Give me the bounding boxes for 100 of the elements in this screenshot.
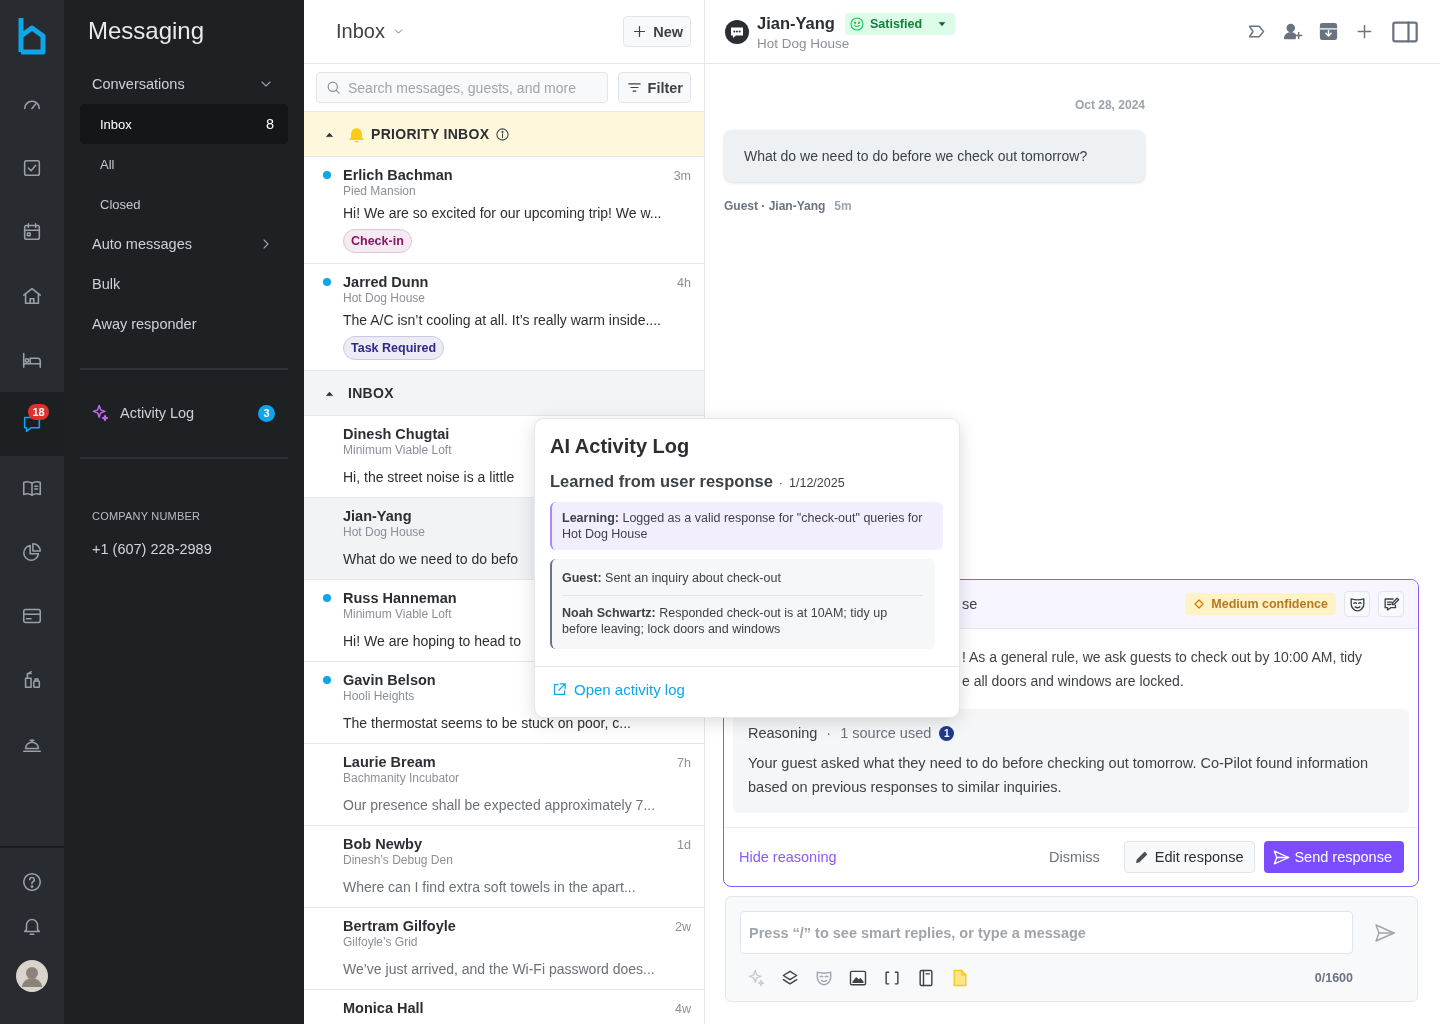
guest-name: Bertram Gilfoyle bbox=[343, 917, 456, 935]
event-date: 1/12/2025 bbox=[789, 475, 845, 492]
phone-number: +1 (607) 228-2989 bbox=[92, 541, 212, 557]
brackets-icon[interactable] bbox=[882, 968, 902, 988]
sparkle-icon bbox=[90, 403, 110, 423]
message-time: 5m bbox=[834, 199, 852, 213]
guest-name: Jian-Yang bbox=[757, 14, 835, 33]
unread-count: 8 bbox=[265, 116, 274, 132]
message-time: 2w bbox=[675, 920, 691, 934]
reasoning-label: Reasoning bbox=[748, 725, 818, 741]
pencil-icon bbox=[1133, 849, 1150, 865]
guest-name: Gavin Belson bbox=[343, 671, 436, 689]
sidebar-item[interactable]: Auto messages bbox=[80, 224, 288, 264]
guest-name: Dinesh Chugtai bbox=[343, 425, 450, 443]
feedback-button[interactable] bbox=[1378, 591, 1404, 617]
checkbox-icon bbox=[21, 157, 43, 179]
source-count-badge[interactable]: 1 bbox=[939, 725, 955, 741]
inbox-dropdown[interactable]: Inbox bbox=[336, 20, 405, 43]
search-field[interactable]: Search messages, guests, and more bbox=[316, 72, 608, 103]
property-name: Dinesh’s Debug Den bbox=[343, 853, 453, 867]
reasoning-text: Your guest asked what they need to do before checking out tomorrow. Co-Pilot found information based on previous responses to similar inquiries. bbox=[748, 754, 1370, 797]
section-header[interactable]: INBOX bbox=[304, 371, 704, 416]
message-preview: What do we need to do befo bbox=[343, 550, 519, 569]
property-name: Hooli Heights bbox=[343, 689, 415, 703]
message-preview: Where can I find extra soft towels in the apart... bbox=[343, 878, 636, 897]
message-preview: Hi! We are so excited for our upcoming trip! We w... bbox=[343, 204, 662, 223]
chat-bubble-icon bbox=[725, 19, 749, 44]
help-icon bbox=[21, 871, 43, 893]
message-bubble: What do we need to do before we check out tomorrow? bbox=[724, 130, 1145, 182]
guest-name: Laurie Bream bbox=[343, 753, 436, 771]
mask-button[interactable] bbox=[1344, 591, 1370, 617]
message-preview: We’ve just arrived, and the Wi-Fi password does... bbox=[343, 960, 655, 979]
property-name: Minimum Viable Loft bbox=[343, 443, 452, 457]
guest-name: Erlich Bachman bbox=[343, 166, 453, 184]
message-preview: Our presence shall be expected approximately 7... bbox=[343, 796, 656, 815]
message-preview: Hi, the street noise is a little bbox=[343, 468, 515, 487]
date-label: Oct 28, 2024 bbox=[1074, 98, 1145, 112]
sidebar-subitem[interactable]: All bbox=[80, 144, 288, 184]
diamond-icon bbox=[1193, 598, 1206, 610]
activity-log-item[interactable]: Activity Log 3 bbox=[80, 393, 288, 433]
property-name: Minimum Viable Loft bbox=[343, 607, 452, 621]
property-name: Pied Mansion bbox=[343, 184, 416, 198]
section-title: Messaging bbox=[87, 16, 206, 46]
nav-item[interactable]: 18 bbox=[0, 392, 64, 456]
property-name: Hot Dog House bbox=[343, 525, 426, 539]
message-time: 4w bbox=[675, 1002, 691, 1016]
sidebar-subitem[interactable]: Inbox 8 bbox=[80, 104, 288, 144]
notebook-icon[interactable] bbox=[916, 968, 936, 988]
sidebar-item[interactable]: Conversations bbox=[80, 64, 288, 104]
popover-title: AI Activity Log bbox=[550, 434, 690, 459]
message-preview: The thermostat seems to be stuck on poor, c... bbox=[343, 714, 631, 733]
dismiss-button[interactable]: Dismiss bbox=[1049, 849, 1100, 865]
conversation-tag: Task Required bbox=[343, 336, 445, 360]
separator: · bbox=[826, 725, 832, 741]
image-icon[interactable] bbox=[848, 968, 868, 988]
separator: · bbox=[778, 475, 783, 492]
house-icon bbox=[21, 285, 43, 307]
filter-button[interactable]: Filter bbox=[617, 72, 691, 103]
info-icon bbox=[495, 126, 511, 142]
field-label: COMPANY NUMBER bbox=[92, 510, 201, 522]
new-button[interactable]: New bbox=[623, 16, 691, 47]
guest-name: Bob Newby bbox=[343, 835, 422, 853]
logo-icon[interactable] bbox=[16, 16, 48, 56]
message-sender: Guest · Jian-Yang bbox=[724, 199, 826, 213]
message-time: 3m bbox=[673, 169, 691, 183]
archive-icon[interactable] bbox=[1318, 21, 1339, 42]
learning-note: Learning: Logged as a valid response for "check-out" queries for Hot Dog House bbox=[550, 502, 943, 550]
add-user-icon[interactable] bbox=[1282, 21, 1303, 42]
property-name: Hot Dog House bbox=[757, 35, 850, 51]
guest-name: Jian-Yang bbox=[343, 507, 412, 525]
message-preview: Hi! We are hoping to head to bbox=[343, 632, 521, 651]
property-name: Gilfoyle’s Grid bbox=[343, 935, 418, 949]
confidence-label: Medium confidence bbox=[1211, 597, 1328, 611]
user-avatar-icon[interactable] bbox=[16, 960, 48, 992]
hide-reasoning-link[interactable]: Hide reasoning bbox=[739, 849, 837, 865]
search-icon bbox=[325, 79, 342, 96]
section-header[interactable]: PRIORITY INBOX bbox=[304, 112, 704, 157]
sidebar-subitem[interactable]: Closed bbox=[80, 184, 288, 224]
guest-name: Monica Hall bbox=[343, 999, 424, 1017]
guest-name: Russ Hanneman bbox=[343, 589, 457, 607]
property-name: Hot Dog House bbox=[343, 291, 426, 305]
count-badge: 3 bbox=[258, 404, 275, 422]
response-text: e all doors and windows are locked. bbox=[962, 672, 1184, 691]
sentiment-dropdown[interactable]: Satisfied bbox=[844, 12, 956, 35]
sidebar-item[interactable]: Bulk bbox=[80, 264, 288, 304]
property-name: Bachmanity Incubator bbox=[343, 771, 460, 785]
edit-response-button[interactable]: Edit response bbox=[1123, 841, 1256, 873]
message-time: 1d bbox=[677, 838, 691, 852]
pie-chart-icon bbox=[21, 541, 43, 563]
conversation-tag: Check-in bbox=[343, 229, 412, 253]
message-time: 4h bbox=[677, 276, 691, 290]
smiley-icon bbox=[848, 15, 865, 32]
sources-label: 1 source used bbox=[840, 725, 932, 741]
send-icon bbox=[1272, 847, 1292, 867]
message-input[interactable]: Press “/” to see smart replies, or type a message bbox=[740, 911, 1353, 954]
message-time: 7h bbox=[677, 756, 691, 770]
external-link-icon bbox=[551, 681, 568, 698]
send-response-button[interactable]: Send response bbox=[1264, 841, 1404, 873]
message-preview: The A/C isn’t cooling at all. It’s really warm inside.... bbox=[343, 311, 661, 330]
sidebar-item[interactable]: Away responder bbox=[80, 304, 288, 344]
